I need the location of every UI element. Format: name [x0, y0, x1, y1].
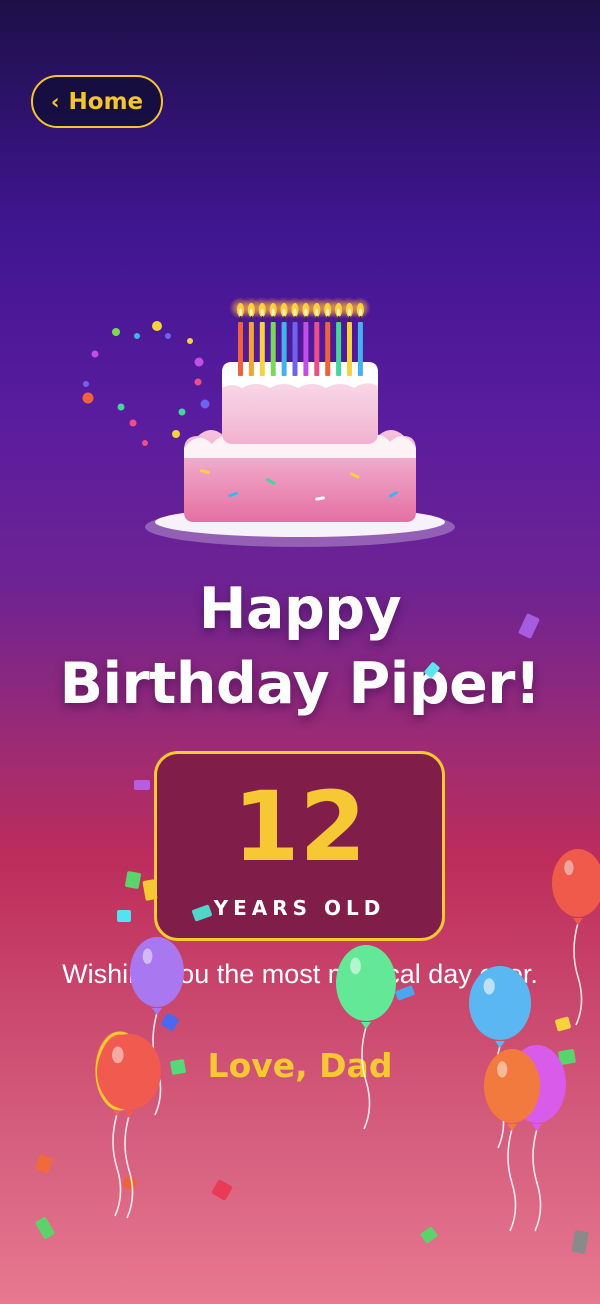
candles-icon — [229, 297, 371, 376]
home-back-button[interactable]: ‹ Home — [31, 75, 163, 128]
age-card: 12 YEARS OLD — [154, 751, 445, 941]
fireworks-sparkle-icon — [82, 321, 210, 446]
birthday-message: Wishing you the most magical day ever. — [62, 959, 538, 989]
home-button-label: Home — [68, 88, 144, 115]
signature: Love, Dad — [207, 1046, 393, 1085]
age-label: YEARS OLD — [213, 896, 386, 920]
chevron-left-icon: ‹ — [50, 89, 60, 114]
age-number: 12 — [232, 771, 367, 883]
birthday-greeting-line1: Happy — [198, 576, 402, 642]
birthday-greeting-line2: Birthday Piper! — [59, 651, 541, 717]
